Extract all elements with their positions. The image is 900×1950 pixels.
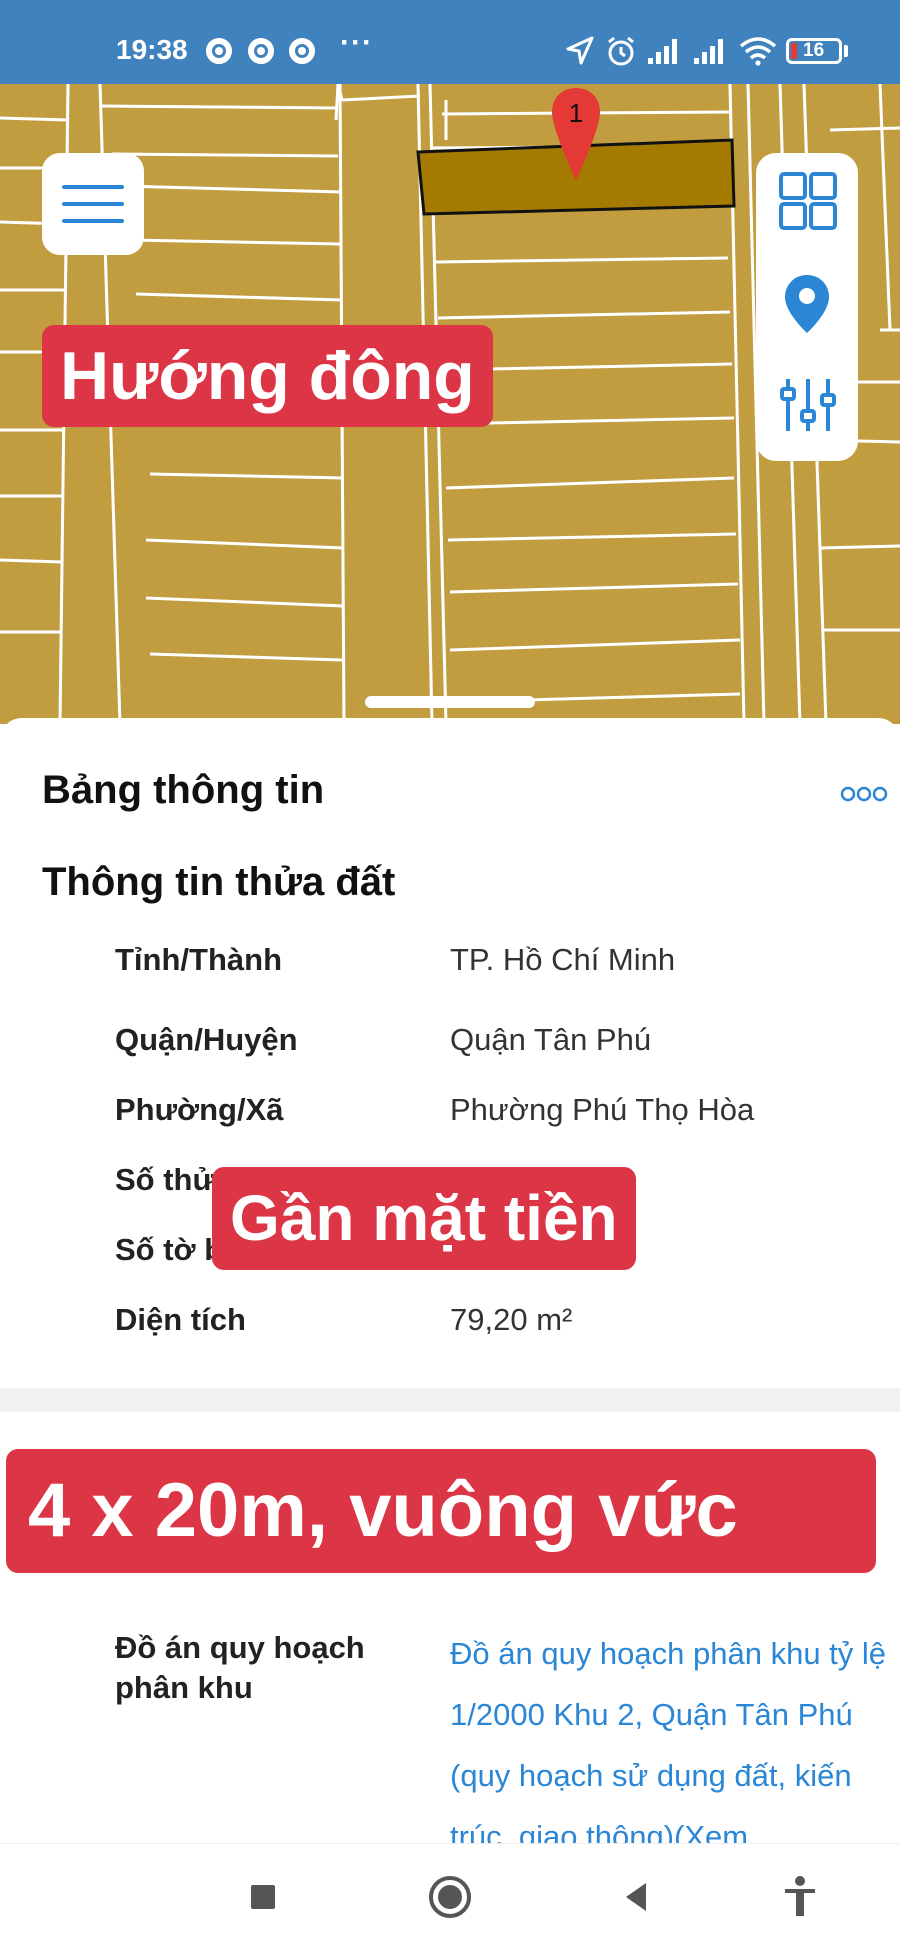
plan-label: Đồ án quy hoạch phân khu: [115, 1630, 365, 1705]
battery-tip: [844, 45, 848, 57]
row-label-province: Tỉnh/Thành: [115, 942, 283, 977]
location-pin-icon[interactable]: [783, 273, 831, 335]
size-label: 4 x 20m, vuông vức: [6, 1449, 876, 1573]
sheet-title: Bảng thông tin: [42, 768, 325, 812]
row-label-map-sheet: Số tờ b: [115, 1232, 224, 1267]
hamburger-line: [62, 185, 124, 189]
row-label-ward: Phường/Xã: [115, 1092, 284, 1127]
row-value-district: Quận Tân Phú: [450, 1022, 652, 1057]
location-arrow-icon: [566, 36, 594, 65]
battery-icon: 16: [786, 38, 842, 64]
more-options-icon[interactable]: [840, 784, 888, 804]
parcel-marker-icon[interactable]: 1: [549, 86, 603, 182]
recents-icon[interactable]: [238, 1872, 288, 1922]
back-icon[interactable]: [612, 1872, 662, 1922]
more-notifications-icon: ···: [340, 26, 373, 59]
map-tools-panel: [756, 153, 858, 461]
chrome-notification-icon: [206, 38, 232, 64]
wifi-icon: [739, 37, 777, 66]
plan-link[interactable]: Đồ án quy hoạch phân khu tỷ lệ 1/2000 Kh…: [450, 1623, 890, 1843]
filter-sliders-icon[interactable]: [778, 375, 838, 435]
row-value-area: 79,20 m²: [450, 1302, 573, 1337]
layers-grid-icon[interactable]: [778, 171, 838, 231]
row-value-province: TP. Hồ Chí Minh: [450, 942, 676, 977]
status-bar: 19:38 ··· 16: [0, 0, 900, 84]
direction-label: Hướng đông: [42, 325, 493, 427]
row-value-ward: Phường Phú Thọ Hòa: [450, 1092, 755, 1127]
status-time: 19:38: [116, 34, 188, 65]
row-label-district: Quận/Huyện: [115, 1022, 298, 1057]
alarm-icon: [608, 36, 634, 66]
info-sheet: Bảng thông tin Thông tin thửa đất Tỉnh/T…: [0, 718, 900, 1843]
section-title: Thông tin thửa đất: [42, 860, 396, 904]
parcel-marker-number: 1: [569, 98, 583, 128]
chrome-notification-icon: [248, 38, 274, 64]
frontage-label: Gần mặt tiền: [212, 1167, 636, 1270]
accessibility-icon[interactable]: [775, 1872, 825, 1922]
hamburger-line: [62, 219, 124, 223]
system-nav-bar: [0, 1843, 900, 1950]
signal-icon: [648, 39, 677, 64]
sheet-drag-handle[interactable]: [365, 696, 535, 708]
row-label-area: Diện tích: [115, 1302, 246, 1337]
home-icon[interactable]: [425, 1872, 475, 1922]
section-divider: [0, 1388, 900, 1412]
row-label-parcel-number: Số thử: [115, 1162, 215, 1197]
chrome-notification-icon: [289, 38, 315, 64]
menu-button[interactable]: [42, 153, 144, 255]
signal-icon: [694, 39, 723, 64]
battery-level: 16: [803, 40, 825, 61]
hamburger-line: [62, 202, 124, 206]
